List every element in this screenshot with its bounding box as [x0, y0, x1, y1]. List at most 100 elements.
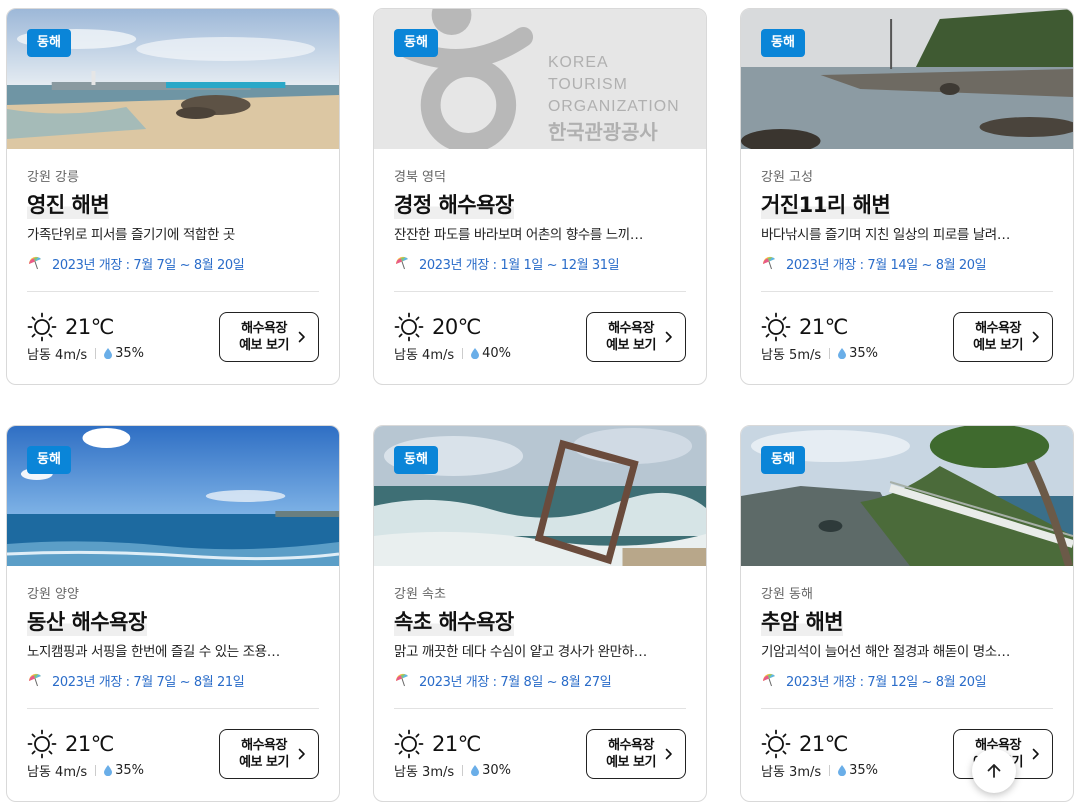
forecast-button-line1: 해수욕장: [241, 321, 287, 336]
forecast-button[interactable]: 해수욕장예보 보기: [219, 729, 319, 779]
sea-badge: 동해: [394, 446, 438, 474]
wind: 남동 4m/s: [27, 765, 88, 780]
sun-icon: [761, 312, 791, 342]
drop-icon: [838, 348, 847, 359]
forecast-button-line2: 예보 보기: [606, 755, 656, 770]
beach-thumbnail[interactable]: 동해: [741, 9, 1073, 149]
opening-period: 2023년 개장 : 7월 7일 ~ 8월 21일: [27, 670, 319, 690]
beach-description: 노지캠핑과 서핑을 한번에 즐길 수 있는 조용…: [27, 644, 280, 660]
opening-period: 2023년 개장 : 7월 7일 ~ 8월 20일: [27, 253, 319, 273]
wind: 남동 4m/s: [27, 348, 88, 363]
umbrella-icon: [395, 673, 408, 687]
humidity: 40%: [482, 346, 512, 361]
beach-thumbnail[interactable]: 동해: [741, 426, 1073, 566]
separator: [95, 348, 97, 359]
forecast-button[interactable]: 해수욕장예보 보기: [219, 312, 319, 362]
umbrella-icon: [762, 673, 775, 687]
sun-icon: [761, 729, 791, 759]
sun-icon: [394, 729, 424, 759]
forecast-button-line1: 해수욕장: [975, 321, 1021, 336]
wind: 남동 4m/s: [394, 348, 455, 363]
beach-thumbnail[interactable]: 동해: [7, 426, 339, 566]
forecast-button-line2: 예보 보기: [239, 338, 289, 353]
beach-thumbnail[interactable]: KOREA TOURISM ORGANIZATION 한국관광공사 동해: [374, 9, 706, 149]
weather-summary: 20℃ 남동 4m/s 40% 해수욕장예보 보기: [394, 292, 686, 364]
beach-card-5[interactable]: 동해 강원 속초 속초 해수욕장 맑고 깨끗한 데다 수심이 얕고 경사가 완만…: [373, 425, 707, 802]
scroll-top-button[interactable]: [972, 749, 1016, 793]
weather-summary: 21℃ 남동 3m/s 30% 해수욕장 예보 보기: [394, 709, 686, 781]
beach-title[interactable]: 추암 해변: [761, 608, 844, 636]
beach-title[interactable]: 속초 해수욕장: [394, 608, 514, 636]
beach-region: 강원 속초: [394, 587, 446, 602]
forecast-button-line1: 해수욕장: [241, 738, 287, 753]
separator: [95, 765, 97, 776]
svg-text:KOREA: KOREA: [548, 54, 609, 71]
forecast-button[interactable]: 해수욕장예보 보기: [586, 312, 686, 362]
beach-title[interactable]: 경정 해수욕장: [394, 191, 514, 219]
separator: [462, 765, 464, 776]
forecast-button[interactable]: 해수욕장예보 보기: [586, 729, 686, 779]
umbrella-icon: [395, 256, 408, 270]
opening-period-text: 2023년 개장 : 7월 8일 ~ 8월 27일: [419, 674, 612, 690]
humidity: 35%: [115, 763, 145, 778]
beach-card-4[interactable]: 동해 강원 양양 동산 해수욕장 노지캠핑과 서핑을 한번에 즐길 수 있는 조…: [6, 425, 340, 802]
sun-icon: [394, 312, 424, 342]
sea-badge: 동해: [761, 29, 805, 57]
humidity: 30%: [482, 763, 512, 778]
forecast-button[interactable]: 해수욕장예보 보기: [953, 312, 1053, 362]
forecast-button-line1: 해수욕장: [608, 738, 654, 753]
sea-badge: 동해: [761, 446, 805, 474]
beach-region: 경북 영덕: [394, 170, 446, 185]
beach-description: 바다낚시를 즐기며 지친 일상의 피로를 날려…: [761, 227, 1010, 243]
sea-badge: 동해: [394, 29, 438, 57]
drop-icon: [471, 348, 480, 359]
beach-region: 강원 강릉: [27, 170, 79, 185]
forecast-button-line1: 해수욕장: [608, 321, 654, 336]
wind: 남동 3m/s: [394, 765, 455, 780]
beach-description: 잔잔한 파도를 바라보며 어촌의 향수를 느끼…: [394, 227, 643, 243]
forecast-button-line2: 예보 보기: [606, 338, 656, 353]
beach-title[interactable]: 영진 해변: [27, 191, 110, 219]
sun-icon: [27, 312, 57, 342]
drop-icon: [104, 765, 113, 776]
opening-period-text: 2023년 개장 : 7월 12일 ~ 8월 20일: [786, 674, 987, 690]
temperature: 20℃: [432, 315, 481, 339]
beach-thumbnail[interactable]: 동해: [7, 9, 339, 149]
opening-period: 2023년 개장 : 7월 8일 ~ 8월 27일: [394, 670, 686, 690]
umbrella-icon: [762, 256, 775, 270]
beach-thumbnail[interactable]: 동해: [374, 426, 706, 566]
svg-text:한국관광공사: 한국관광공사: [548, 120, 658, 144]
beach-description: 기암괴석이 늘어선 해안 절경과 해돋이 명소…: [761, 644, 1010, 660]
arrow-up-icon: [987, 764, 1001, 778]
beach-title[interactable]: 거진11리 해변: [761, 191, 891, 219]
drop-icon: [838, 765, 847, 776]
forecast-button-line2: 예보 보기: [973, 338, 1023, 353]
beach-card-1[interactable]: 동해 강원 강릉 영진 해변 가족단위로 피서를 즐기기에 적합한 곳 2023…: [6, 8, 340, 385]
beach-card-2[interactable]: KOREA TOURISM ORGANIZATION 한국관광공사 동해 경북 …: [373, 8, 707, 385]
beach-region: 강원 고성: [761, 170, 813, 185]
chevron-right-icon: [665, 748, 672, 760]
chevron-right-icon: [1032, 331, 1039, 343]
wind: 남동 3m/s: [761, 765, 822, 780]
beach-card-3[interactable]: 동해 강원 고성 거진11리 해변 바다낚시를 즐기며 지친 일상의 피로를 날…: [740, 8, 1074, 385]
opening-period-text: 2023년 개장 : 1월 1일 ~ 12월 31일: [419, 257, 620, 273]
temperature: 21℃: [799, 315, 848, 339]
beach-card-6[interactable]: 동해 강원 동해 추암 해변 기암괴석이 늘어선 해안 절경과 해돋이 명소… …: [740, 425, 1074, 802]
opening-period-text: 2023년 개장 : 7월 14일 ~ 8월 20일: [786, 257, 987, 273]
chevron-right-icon: [298, 748, 305, 760]
chevron-right-icon: [665, 331, 672, 343]
opening-period: 2023년 개장 : 1월 1일 ~ 12월 31일: [394, 253, 686, 273]
opening-period-text: 2023년 개장 : 7월 7일 ~ 8월 20일: [52, 257, 245, 273]
sun-icon: [27, 729, 57, 759]
temperature: 21℃: [799, 732, 848, 756]
separator: [829, 765, 831, 776]
temperature: 21℃: [65, 315, 114, 339]
sea-badge: 동해: [27, 446, 71, 474]
beach-title[interactable]: 동산 해수욕장: [27, 608, 147, 636]
beach-region: 강원 양양: [27, 587, 79, 602]
opening-period-text: 2023년 개장 : 7월 7일 ~ 8월 21일: [52, 674, 245, 690]
opening-period: 2023년 개장 : 7월 14일 ~ 8월 20일: [761, 253, 1053, 273]
humidity: 35%: [115, 346, 145, 361]
chevron-right-icon: [1032, 748, 1039, 760]
humidity: 35%: [849, 763, 879, 778]
